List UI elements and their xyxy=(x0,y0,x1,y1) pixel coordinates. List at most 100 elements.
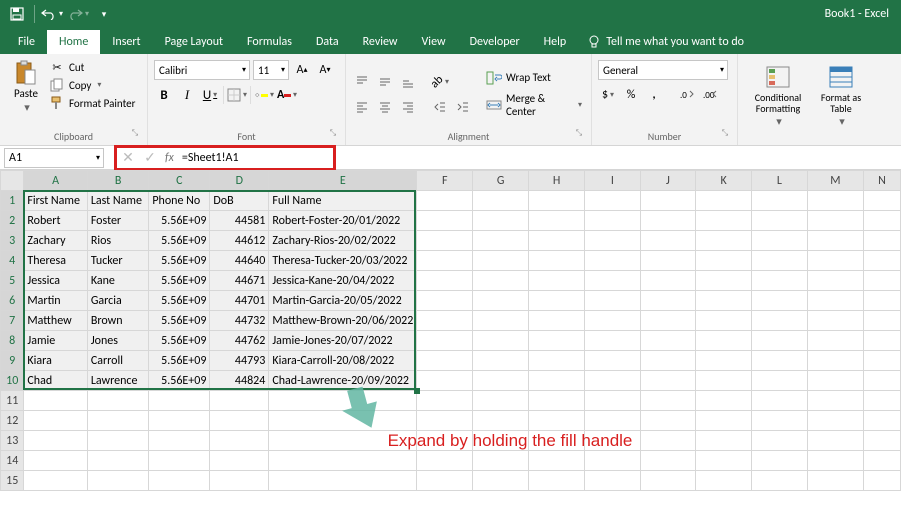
row-header[interactable]: 15 xyxy=(1,471,24,491)
cell[interactable] xyxy=(529,291,585,311)
column-header[interactable]: J xyxy=(640,171,696,191)
cell[interactable]: Jamie-Jones-20/07/2022 xyxy=(269,331,417,351)
cell[interactable] xyxy=(640,351,696,371)
cell[interactable] xyxy=(640,411,696,431)
cell[interactable]: Brown xyxy=(87,311,149,331)
cell[interactable] xyxy=(752,211,808,231)
cell[interactable] xyxy=(585,351,640,371)
cell[interactable]: Martin xyxy=(24,291,87,311)
tell-me[interactable]: Tell me what you want to do xyxy=(578,30,754,54)
cell[interactable] xyxy=(417,211,473,231)
cell[interactable] xyxy=(807,271,863,291)
cell[interactable] xyxy=(640,191,696,211)
cell[interactable] xyxy=(807,191,863,211)
font-size-select[interactable]: 11▾ xyxy=(253,60,289,80)
orientation-button[interactable]: ab▾ xyxy=(430,72,450,92)
cell[interactable]: Matthew xyxy=(24,311,87,331)
cell[interactable] xyxy=(807,411,863,431)
cell[interactable] xyxy=(640,391,696,411)
cell[interactable] xyxy=(585,251,640,271)
cell[interactable] xyxy=(696,411,752,431)
column-header[interactable]: M xyxy=(807,171,863,191)
cell[interactable] xyxy=(696,371,752,391)
cell[interactable]: Carroll xyxy=(87,351,149,371)
cell[interactable] xyxy=(696,391,752,411)
row-header[interactable]: 9 xyxy=(1,351,24,371)
cell[interactable] xyxy=(864,391,901,411)
cell[interactable] xyxy=(696,451,752,471)
cell[interactable] xyxy=(864,311,901,331)
cell[interactable]: Kiara-Carroll-20/08/2022 xyxy=(269,351,417,371)
cell[interactable]: Chad xyxy=(24,371,87,391)
cell[interactable] xyxy=(87,411,149,431)
cell[interactable]: Full Name xyxy=(269,191,417,211)
cell[interactable] xyxy=(752,471,808,491)
align-right-button[interactable] xyxy=(398,97,418,117)
font-name-select[interactable]: Calibri▾ xyxy=(154,60,250,80)
cell[interactable] xyxy=(210,391,269,411)
cell[interactable] xyxy=(149,451,210,471)
comma-format-button[interactable]: , xyxy=(644,85,664,105)
cell[interactable] xyxy=(696,211,752,231)
cell[interactable] xyxy=(149,471,210,491)
cell[interactable] xyxy=(87,451,149,471)
cell[interactable] xyxy=(864,451,901,471)
cell[interactable] xyxy=(529,471,585,491)
select-all-corner[interactable] xyxy=(1,171,24,191)
cell[interactable] xyxy=(585,451,640,471)
cell[interactable]: 44581 xyxy=(210,211,269,231)
name-box[interactable]: A1▾ xyxy=(4,148,104,168)
cell[interactable]: 5.56E+09 xyxy=(149,331,210,351)
cell[interactable]: Tucker xyxy=(87,251,149,271)
row-header[interactable]: 6 xyxy=(1,291,24,311)
cell[interactable] xyxy=(24,471,87,491)
cell[interactable] xyxy=(640,431,696,451)
decrease-decimal-button[interactable]: .00 xyxy=(701,85,721,105)
cell[interactable] xyxy=(585,391,640,411)
cell[interactable] xyxy=(807,331,863,351)
cell[interactable] xyxy=(864,231,901,251)
cell[interactable] xyxy=(640,371,696,391)
cell[interactable] xyxy=(473,371,529,391)
font-color-button[interactable]: A▾ xyxy=(277,85,297,105)
cell[interactable] xyxy=(269,451,417,471)
column-header[interactable]: D xyxy=(210,171,269,191)
cell[interactable]: 5.56E+09 xyxy=(149,291,210,311)
cell[interactable] xyxy=(864,191,901,211)
cell[interactable]: 44701 xyxy=(210,291,269,311)
cell[interactable]: 5.56E+09 xyxy=(149,311,210,331)
cell[interactable] xyxy=(529,311,585,331)
cell[interactable] xyxy=(473,391,529,411)
cell[interactable] xyxy=(417,291,473,311)
cell[interactable] xyxy=(807,291,863,311)
cell[interactable] xyxy=(417,391,473,411)
underline-button[interactable]: U▾ xyxy=(200,85,220,105)
column-header[interactable]: B xyxy=(87,171,149,191)
cell[interactable] xyxy=(640,471,696,491)
italic-button[interactable]: I xyxy=(177,85,197,105)
cell[interactable] xyxy=(585,231,640,251)
cell[interactable] xyxy=(752,231,808,251)
cell[interactable] xyxy=(529,351,585,371)
cell[interactable] xyxy=(210,431,269,451)
bold-button[interactable]: B xyxy=(154,85,174,105)
merge-center-button[interactable]: Merge & Center▾ xyxy=(483,91,585,119)
cell[interactable] xyxy=(269,471,417,491)
formula-input[interactable] xyxy=(178,148,333,168)
cell[interactable] xyxy=(864,351,901,371)
cell[interactable] xyxy=(87,431,149,451)
cell[interactable] xyxy=(87,471,149,491)
align-left-button[interactable] xyxy=(352,97,372,117)
cell[interactable] xyxy=(417,251,473,271)
cell[interactable] xyxy=(807,431,863,451)
cell[interactable] xyxy=(585,271,640,291)
cell[interactable]: Jessica-Kane-20/04/2022 xyxy=(269,271,417,291)
cell[interactable] xyxy=(417,271,473,291)
cell[interactable] xyxy=(696,231,752,251)
cell[interactable]: Last Name xyxy=(87,191,149,211)
cell[interactable] xyxy=(417,351,473,371)
cell[interactable] xyxy=(752,291,808,311)
cell[interactable] xyxy=(473,211,529,231)
cell[interactable] xyxy=(752,251,808,271)
cell[interactable] xyxy=(696,191,752,211)
